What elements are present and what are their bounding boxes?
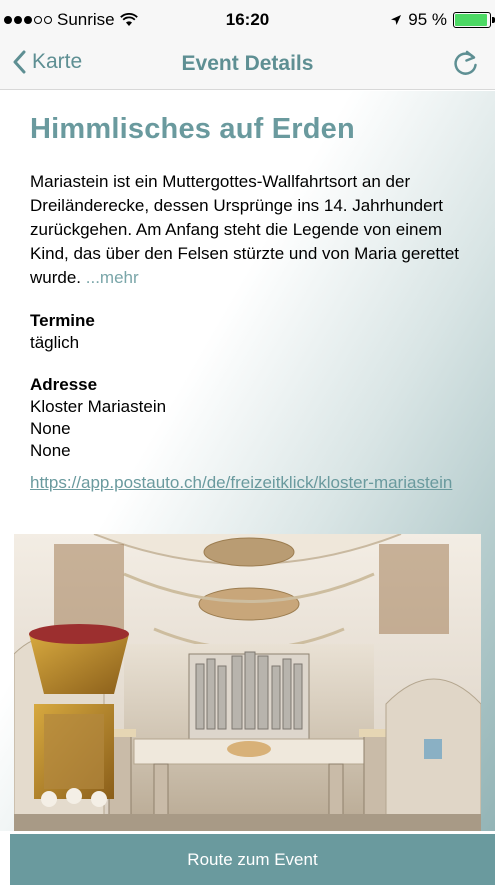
refresh-icon[interactable] — [451, 48, 481, 78]
more-link[interactable]: ...mehr — [86, 268, 139, 287]
address-label: Adresse — [30, 375, 98, 394]
church-interior-image — [14, 534, 481, 831]
navigation-bar: Karte Event Details — [0, 40, 495, 90]
status-bar: Sunrise 16:20 95 % — [0, 0, 495, 40]
event-title: Himmlisches auf Erden — [30, 113, 355, 145]
status-right: 95 % — [390, 10, 495, 30]
battery-percent: 95 % — [408, 10, 447, 29]
battery-icon — [453, 12, 495, 28]
route-to-event-button[interactable]: Route zum Event — [10, 834, 495, 885]
event-card: Himmlisches auf Erden Mariastein ist ein… — [0, 91, 495, 494]
page-title: Event Details — [181, 52, 314, 75]
event-description: Mariastein ist ein Muttergottes-Wallfahr… — [30, 170, 465, 290]
address-line: Kloster Mariastein — [30, 397, 167, 416]
event-url-link[interactable]: https://app.postauto.ch/de/freizeitklick… — [30, 472, 465, 494]
address-line: None — [30, 419, 71, 438]
location-arrow-icon — [391, 15, 402, 25]
dates-label: Termine — [30, 311, 95, 330]
dates-value: täglich — [30, 333, 80, 352]
address-line: None — [30, 441, 71, 460]
event-details-content[interactable]: Himmlisches auf Erden Mariastein ist ein… — [0, 91, 495, 831]
battery-level — [455, 14, 488, 26]
